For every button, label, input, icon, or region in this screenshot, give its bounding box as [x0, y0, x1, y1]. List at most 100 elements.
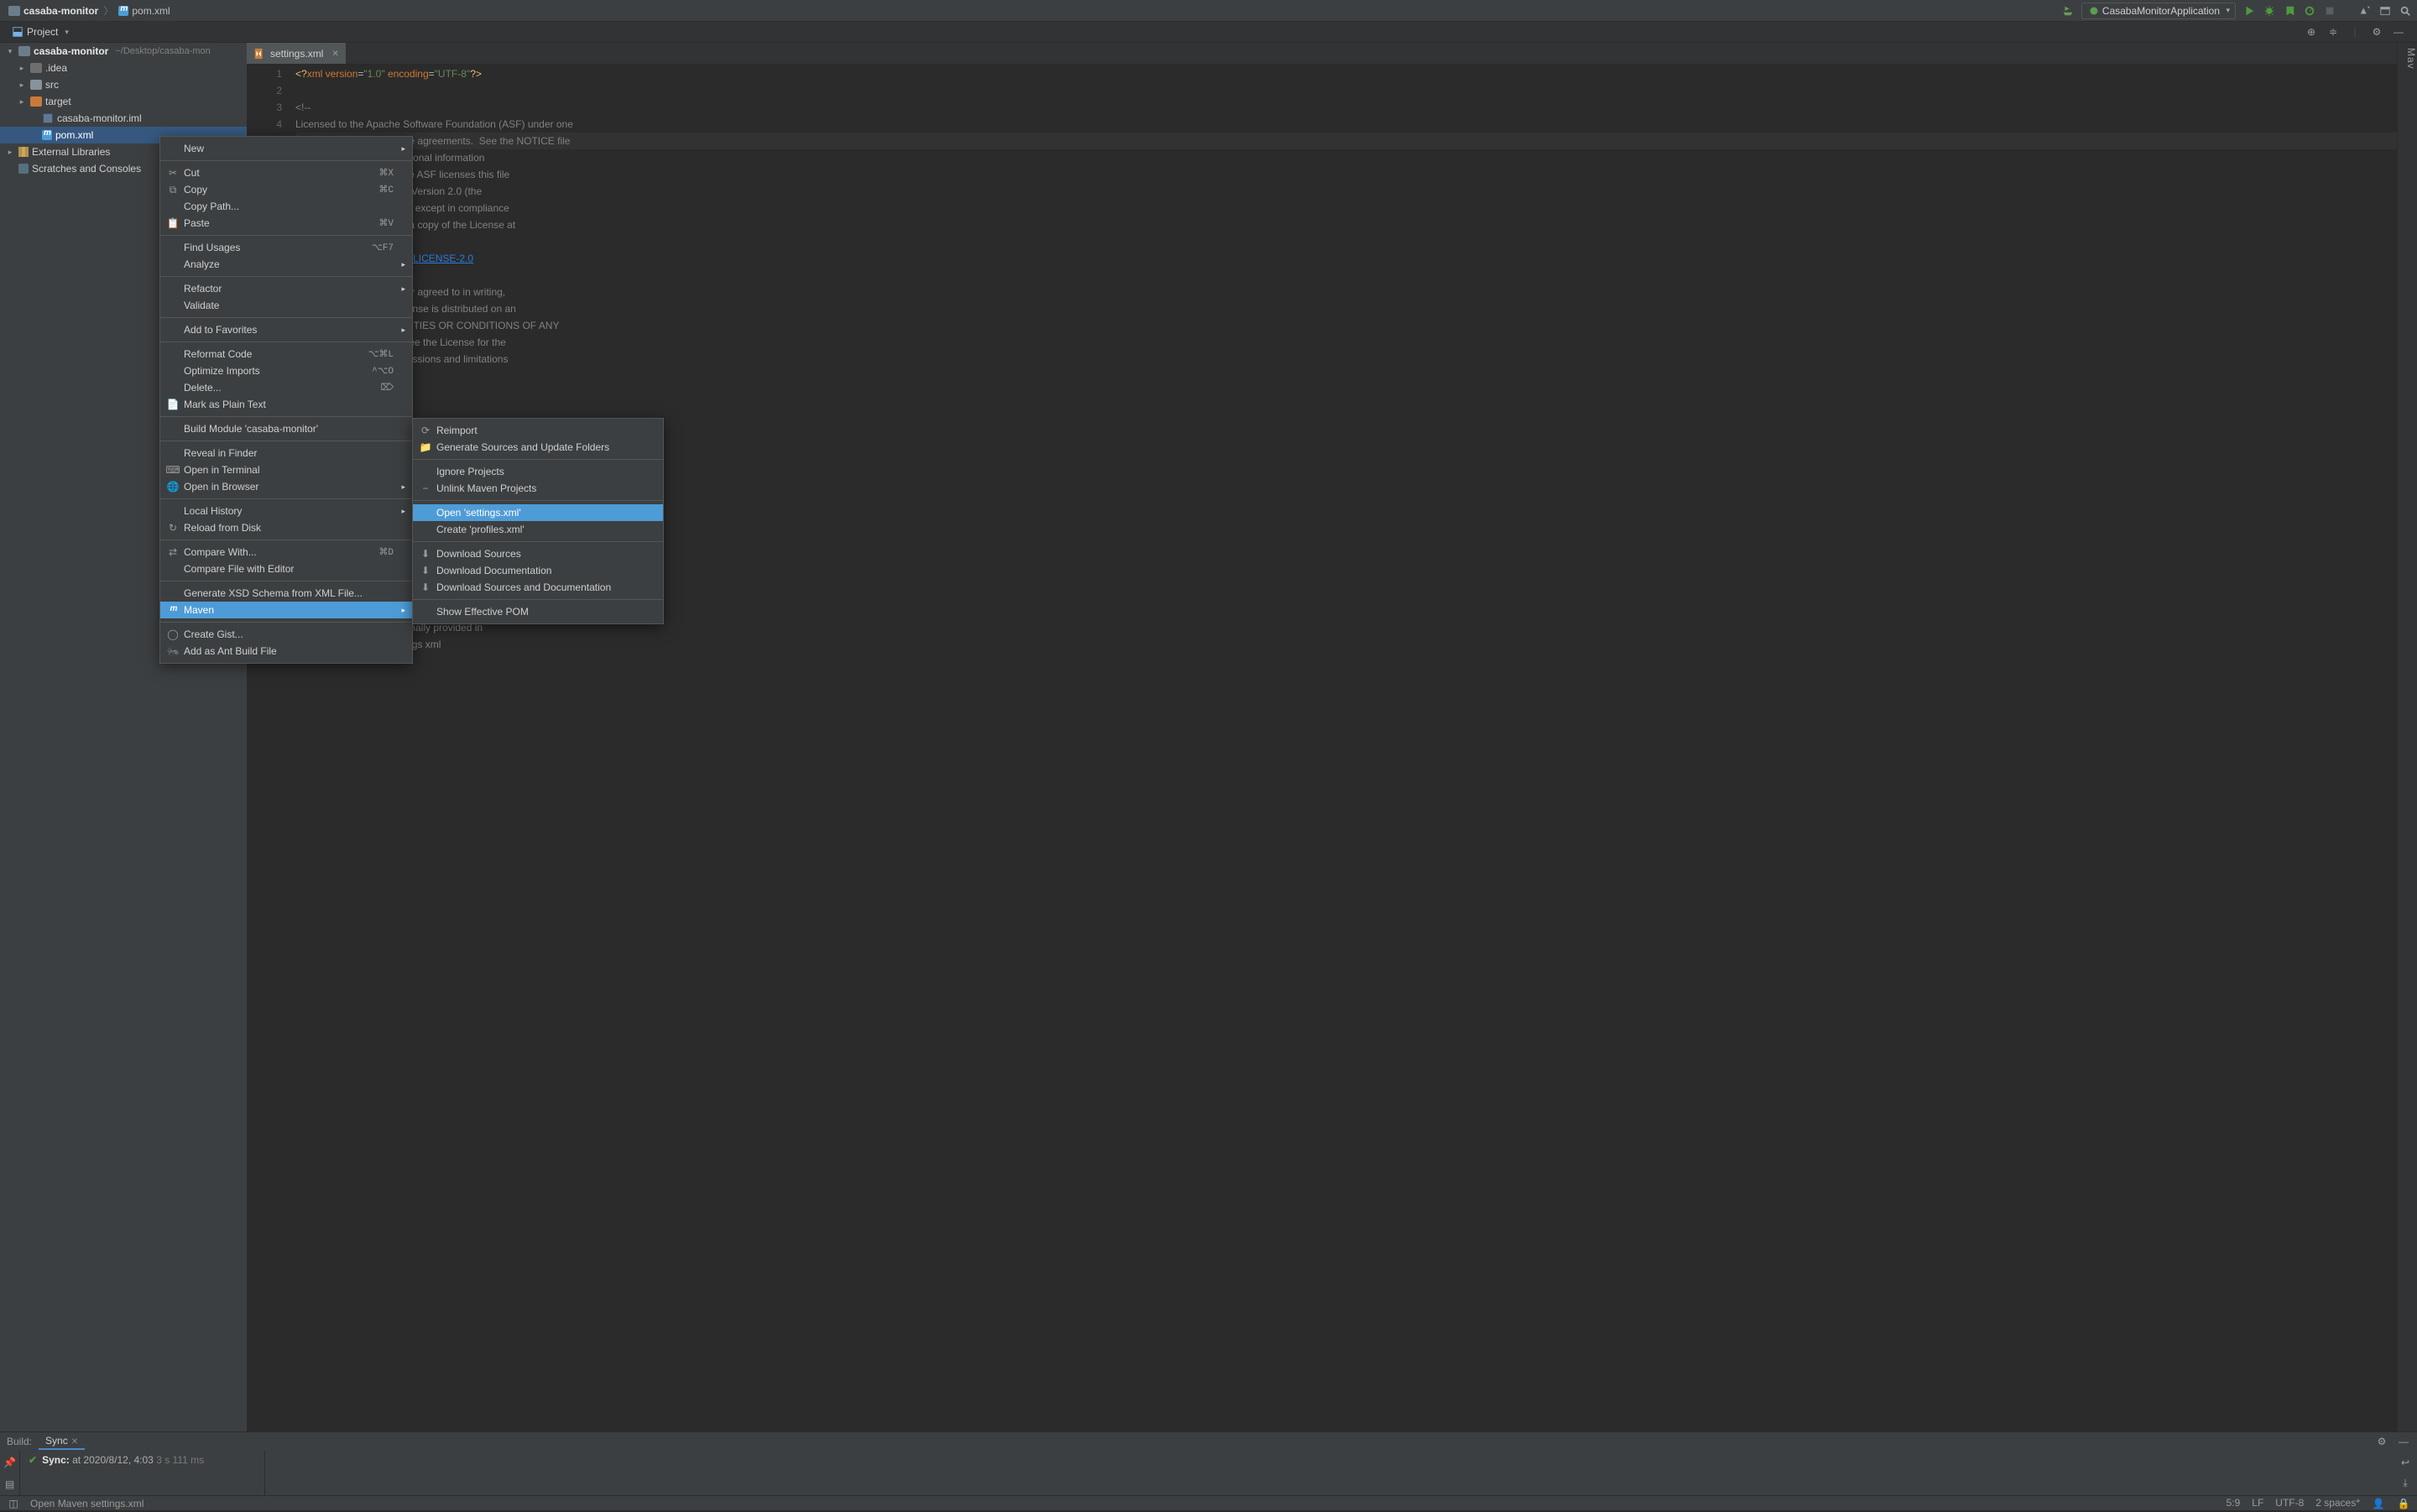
menu-analyze[interactable]: Analyze	[160, 256, 412, 273]
search-everywhere-icon[interactable]	[2399, 4, 2412, 18]
coverage-icon[interactable]	[2283, 4, 2296, 18]
lock-icon[interactable]: 🔒	[2397, 1497, 2410, 1510]
shortcut: ⌦	[380, 382, 394, 394]
menu-add-ant[interactable]: 🐜Add as Ant Build File	[160, 643, 412, 660]
tree-item-target[interactable]: ▸target	[0, 93, 247, 110]
pin-icon[interactable]: 📌	[3, 1456, 17, 1469]
menu-maven-unlink[interactable]: −Unlink Maven Projects	[413, 480, 663, 497]
menu-find-usages[interactable]: Find Usages⌥F7	[160, 239, 412, 256]
download-icon: ⬇	[420, 581, 431, 593]
paste-icon: 📋	[167, 217, 179, 229]
close-tab-icon[interactable]: ✕	[331, 50, 338, 59]
menu-add-to-favorites[interactable]: Add to Favorites	[160, 321, 412, 338]
menu-maven-generate-sources[interactable]: 📁 Generate Sources and Update Folders	[413, 439, 663, 456]
code-area[interactable]: <?xml version="1.0" encoding="UTF-8"?><!…	[292, 64, 2407, 1431]
menu-separator	[160, 235, 412, 236]
maven-tool-tab[interactable]: Mav	[2405, 48, 2417, 70]
menu-separator	[413, 599, 663, 600]
right-tool-stripe[interactable]: Mav	[2397, 43, 2417, 1431]
menu-reload-disk[interactable]: ↻Reload from Disk	[160, 519, 412, 536]
collapse-icon[interactable]: ｜	[2348, 25, 2362, 39]
menu-local-history[interactable]: Local History	[160, 503, 412, 519]
window-icon[interactable]	[2378, 4, 2392, 18]
menu-maven-open-settings[interactable]: Open 'settings.xml'	[413, 504, 663, 521]
run-icon[interactable]	[2242, 4, 2256, 18]
menu-create-gist[interactable]: ◯Create Gist...	[160, 626, 412, 643]
menu-label: Local History	[184, 505, 242, 517]
menu-validate[interactable]: Validate	[160, 297, 412, 314]
menu-new[interactable]: New	[160, 140, 412, 157]
menu-copy-path[interactable]: Copy Path...	[160, 198, 412, 215]
tree-item-iml[interactable]: casaba-monitor.iml	[0, 110, 247, 127]
tree-item-idea[interactable]: ▸.idea	[0, 60, 247, 76]
expand-all-icon[interactable]: ▤	[3, 1478, 17, 1491]
build-tab-sync[interactable]: Sync✕	[39, 1433, 85, 1450]
locate-icon[interactable]: ⊕	[2305, 25, 2318, 39]
line-separator[interactable]: LF	[2252, 1497, 2263, 1510]
breadcrumb-project[interactable]: casaba-monitor	[5, 5, 102, 17]
build-sync-status[interactable]: ✔ Sync: at 2020/8/12, 4:03 3 s 111 ms	[20, 1451, 265, 1495]
tool-windows-icon[interactable]: ◫	[7, 1497, 20, 1510]
file-encoding[interactable]: UTF-8	[2275, 1497, 2304, 1510]
menu-maven-dl-sources[interactable]: ⬇Download Sources	[413, 545, 663, 562]
menu-delete[interactable]: Delete...⌦	[160, 379, 412, 396]
menu-reformat[interactable]: Reformat Code⌥⌘L	[160, 346, 412, 362]
menu-compare-with[interactable]: ⇄Compare With...⌘D	[160, 544, 412, 560]
soft-wrap-icon[interactable]: ↩	[2399, 1456, 2412, 1469]
expand-icon[interactable]: ≑	[2326, 25, 2340, 39]
menu-label: Create 'profiles.xml'	[436, 524, 525, 535]
menu-open-browser[interactable]: 🌐Open in Browser	[160, 478, 412, 495]
menu-cut[interactable]: ✂Cut⌘X	[160, 164, 412, 181]
menu-label: Add to Favorites	[184, 324, 257, 336]
menu-maven-dl-docs[interactable]: ⬇Download Documentation	[413, 562, 663, 579]
menu-compare-editor[interactable]: Compare File with Editor	[160, 560, 412, 577]
menu-copy[interactable]: ⧉Copy⌘C	[160, 181, 412, 198]
profile-icon[interactable]	[2303, 4, 2316, 18]
build-output-area[interactable]: ↩ ⤓ 🖶	[265, 1451, 2417, 1495]
menu-optimize-imports[interactable]: Optimize Imports^⌥O	[160, 362, 412, 379]
build-icon[interactable]	[2061, 4, 2075, 18]
menu-maven-dl-both[interactable]: ⬇Download Sources and Documentation	[413, 579, 663, 596]
menu-label: Generate Sources and Update Folders	[436, 441, 609, 453]
scroll-end-icon[interactable]: ⤓	[2399, 1476, 2412, 1489]
menu-separator	[413, 541, 663, 542]
menu-maven-create-profiles[interactable]: Create 'profiles.xml'	[413, 521, 663, 538]
shortcut: ⌥F7	[372, 242, 394, 253]
menu-maven-ignore[interactable]: Ignore Projects	[413, 463, 663, 480]
hide-icon[interactable]: —	[2392, 25, 2405, 39]
maven-submenu: ⟳Reimport 📁 Generate Sources and Update F…	[412, 418, 664, 624]
maven-icon	[167, 606, 179, 615]
editor-tab-bar: settings.xml ✕	[247, 43, 2417, 64]
hide-icon[interactable]: —	[2397, 1435, 2410, 1448]
project-view-selector[interactable]: Project	[5, 24, 76, 39]
menu-open-terminal[interactable]: ⌨Open in Terminal	[160, 461, 412, 478]
menu-mark-plain-text[interactable]: 📄Mark as Plain Text	[160, 396, 412, 413]
git-icon[interactable]	[2358, 4, 2372, 18]
menu-reveal-finder[interactable]: Reveal in Finder	[160, 445, 412, 461]
project-root[interactable]: ▾ casaba-monitor ~/Desktop/casaba-mon	[0, 43, 247, 60]
close-icon[interactable]: ✕	[71, 1437, 78, 1447]
menu-paste[interactable]: 📋Paste⌘V	[160, 215, 412, 232]
code-editor[interactable]: 1234567891011121314151617181920212223242…	[247, 64, 2417, 1431]
inspection-profile-icon[interactable]: 👤	[2372, 1497, 2385, 1510]
menu-label: Reformat Code	[184, 348, 252, 360]
run-configuration-selector[interactable]: CasabaMonitorApplication	[2081, 3, 2236, 19]
editor-tab-settings-xml[interactable]: settings.xml ✕	[247, 43, 346, 64]
tree-item-src[interactable]: ▸src	[0, 76, 247, 93]
debug-icon[interactable]	[2263, 4, 2276, 18]
menu-maven[interactable]: Maven	[160, 602, 412, 618]
gear-icon[interactable]: ⚙	[2370, 25, 2383, 39]
menu-build-module[interactable]: Build Module 'casaba-monitor'	[160, 420, 412, 437]
indent-setting[interactable]: 2 spaces*	[2315, 1497, 2360, 1510]
folders-icon: 📁	[420, 441, 431, 453]
context-menu: New ✂Cut⌘X ⧉Copy⌘C Copy Path... 📋Paste⌘V…	[159, 136, 413, 664]
menu-maven-effective-pom[interactable]: Show Effective POM	[413, 603, 663, 620]
breadcrumb-file[interactable]: pom.xml	[115, 5, 173, 17]
tab-label: settings.xml	[270, 48, 323, 60]
caret-position[interactable]: 5:9	[2226, 1497, 2241, 1510]
menu-refactor[interactable]: Refactor	[160, 280, 412, 297]
menu-label: Optimize Imports	[184, 365, 260, 377]
menu-maven-reimport[interactable]: ⟳Reimport	[413, 422, 663, 439]
gear-icon[interactable]: ⚙	[2375, 1435, 2388, 1448]
menu-generate-xsd[interactable]: Generate XSD Schema from XML File...	[160, 585, 412, 602]
